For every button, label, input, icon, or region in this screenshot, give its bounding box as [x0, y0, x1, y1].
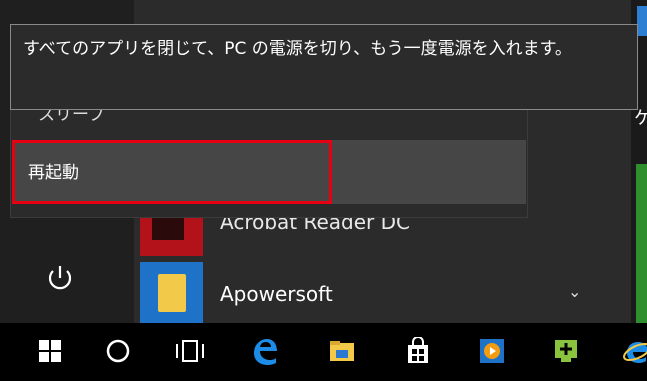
ie-icon[interactable]: [618, 333, 647, 369]
media-player-icon[interactable]: [474, 333, 510, 369]
file-explorer-icon[interactable]: [324, 333, 360, 369]
windows-start-icon[interactable]: [32, 333, 68, 369]
tooltip: すべてのアプリを閉じて、PC の電源を切り、もう一度電源を入れます。: [10, 24, 638, 110]
app-item-apowersoft[interactable]: Apowersoft: [220, 282, 333, 306]
green-app-icon[interactable]: [548, 333, 584, 369]
power-icon: [48, 266, 72, 290]
folder-icon: [158, 274, 186, 312]
tile-blue[interactable]: [637, 6, 647, 36]
chevron-down-icon[interactable]: ⌄: [568, 282, 581, 301]
store-icon[interactable]: [400, 333, 436, 369]
taskbar: [0, 323, 647, 381]
task-view-icon[interactable]: [172, 333, 208, 369]
highlight-box: [12, 140, 332, 204]
tile-green[interactable]: [636, 164, 647, 323]
edge-icon[interactable]: [246, 333, 282, 369]
cortana-icon[interactable]: [100, 333, 136, 369]
power-button[interactable]: [40, 258, 80, 298]
acrobat-icon[interactable]: [140, 218, 203, 256]
tooltip-text: すべてのアプリを閉じて、PC の電源を切り、もう一度電源を入れます。: [23, 39, 572, 59]
